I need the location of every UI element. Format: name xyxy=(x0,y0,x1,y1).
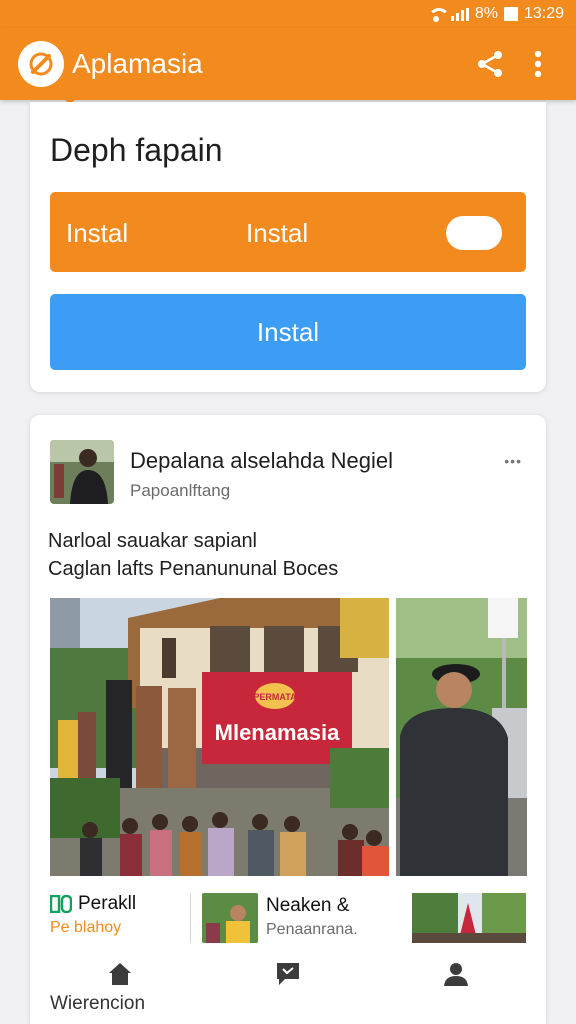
related-item-1[interactable]: Perakll Pe blahoy xyxy=(50,893,136,937)
related-item-2-title: Neaken & xyxy=(266,895,350,916)
related-item-2[interactable]: Neaken & Penaanrana. xyxy=(266,895,358,939)
nav-label: Wierencion xyxy=(50,993,146,1014)
status-bar: 8% 13:29 xyxy=(0,0,576,28)
related-item-1-title: Perakll xyxy=(78,893,137,914)
install-button-orange[interactable]: Instal Instal xyxy=(50,192,526,272)
post-photo-main[interactable]: PERMATA Mlenamasia xyxy=(50,598,389,876)
share-icon[interactable] xyxy=(470,44,510,84)
bottom-nav: Wierencion xyxy=(30,945,546,1024)
signal-icon xyxy=(450,7,469,21)
related-strip: Perakll Pe blahoy Neaken & Penaanrana. xyxy=(50,893,526,945)
install-button-blue[interactable]: Instal xyxy=(50,294,526,370)
post-card: Depalana alselahda Negiel Papoanlftang •… xyxy=(30,415,546,1024)
post-text: Narloal sauakar sapianl Caglan lafts Pen… xyxy=(48,527,338,583)
person-icon[interactable] xyxy=(436,957,476,991)
install-card-title: Deph fapain xyxy=(50,132,223,168)
install-card: Deph fapain Instal Instal Instal xyxy=(30,102,546,392)
post-more-icon[interactable]: ••• xyxy=(504,453,522,469)
post-text-line-2: Caglan lafts Penanununal Boces xyxy=(48,558,339,580)
banner-text: Mlenamasia xyxy=(215,720,340,745)
strip-divider xyxy=(190,893,191,943)
home-icon[interactable] xyxy=(100,957,140,991)
clock: 13:29 xyxy=(523,5,564,22)
more-vert-icon[interactable] xyxy=(518,44,558,84)
chat-icon[interactable] xyxy=(268,957,308,991)
battery-percent: 8% xyxy=(474,5,498,22)
app-logo-icon[interactable] xyxy=(18,41,64,87)
install-label-2: Instal xyxy=(246,218,309,248)
related-item-2-subtitle: Penaanrana. xyxy=(266,921,358,938)
banner-badge: PERMATA xyxy=(253,692,297,702)
app-bar: Aplamasia xyxy=(0,28,576,100)
post-photo-side[interactable] xyxy=(396,598,527,876)
app-title: Aplamasia xyxy=(72,48,203,79)
wifi-icon xyxy=(427,7,450,22)
post-subtitle: Papoanlftang xyxy=(130,481,231,500)
post-title: Depalana alselahda Negiel xyxy=(130,448,393,473)
related-thumbnail-2[interactable] xyxy=(412,893,526,943)
related-thumbnail-1[interactable] xyxy=(202,893,258,943)
install-label-1: Instal xyxy=(66,218,129,248)
install-toggle[interactable] xyxy=(446,216,502,250)
battery-icon xyxy=(503,7,518,21)
post-avatar[interactable] xyxy=(50,440,114,504)
related-item-1-subtitle: Pe blahoy xyxy=(50,919,122,936)
brand-icon xyxy=(50,895,72,913)
post-text-line-1: Narloal sauakar sapianl xyxy=(48,530,258,552)
